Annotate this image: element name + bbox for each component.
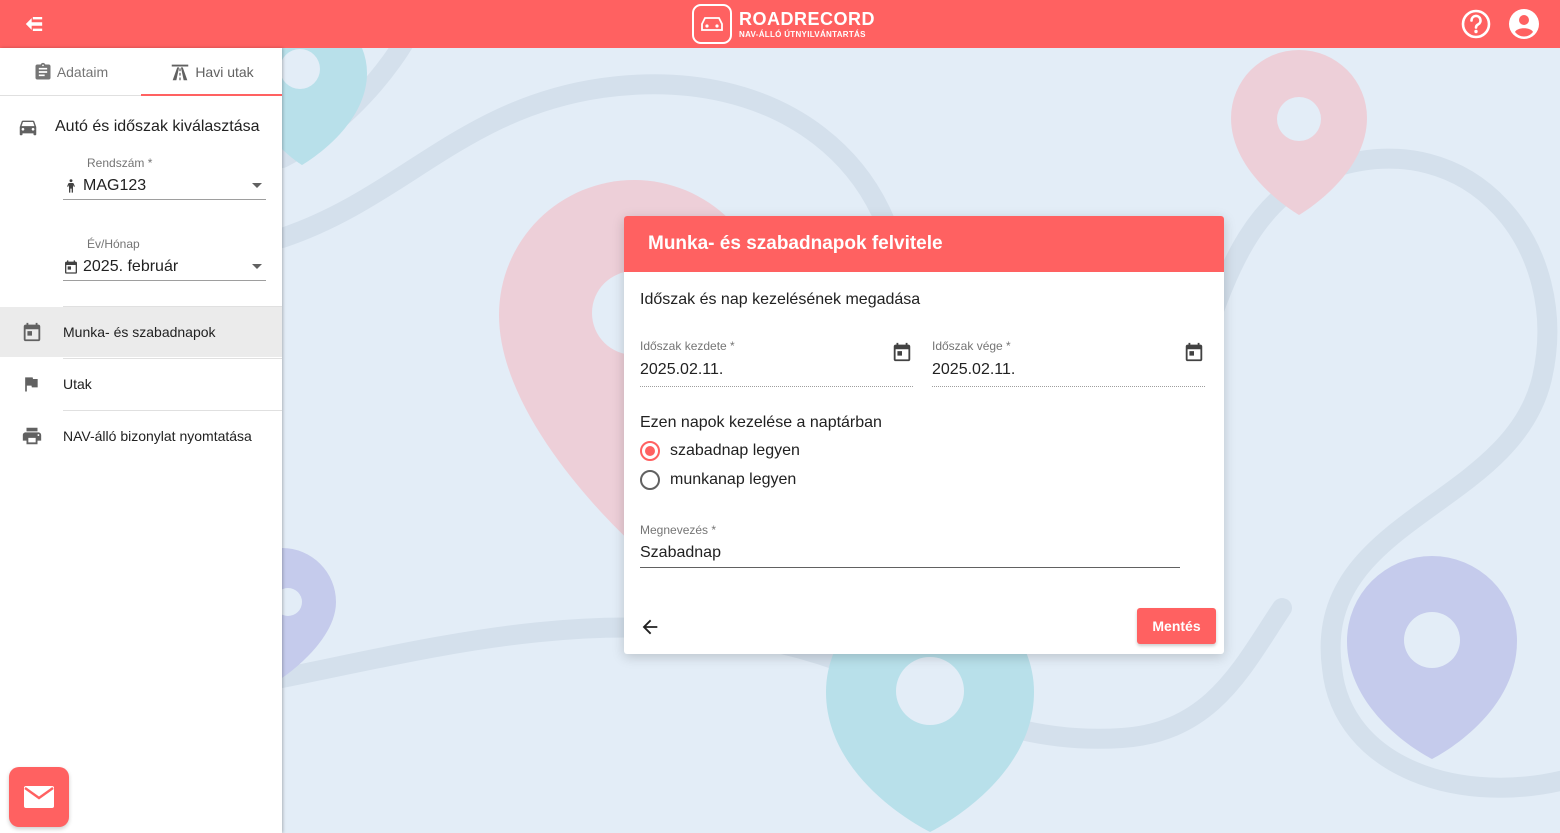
sidebar-tabs: Adataim Havi utak	[0, 48, 282, 96]
month-value: 2025. február	[83, 257, 179, 275]
calendar-picker-icon[interactable]	[891, 341, 913, 368]
start-date-field[interactable]: Időszak kezdete * 2025.02.11.	[640, 339, 913, 387]
printer-icon	[22, 427, 42, 445]
month-label: Év/Hónap	[87, 237, 140, 251]
end-date-label: Időszak vége *	[932, 339, 1011, 353]
road-icon	[172, 64, 189, 80]
month-select[interactable]: Év/Hónap 2025. február	[63, 237, 266, 281]
calendar-picker-icon[interactable]	[1183, 341, 1205, 368]
chevron-down-icon	[252, 183, 262, 188]
start-date-label: Időszak kezdete *	[640, 339, 735, 353]
name-input[interactable]: Megnevezés * Szabadnap	[640, 523, 1180, 568]
end-date-value: 2025.02.11.	[932, 361, 1016, 378]
menu-item-label: Munka- és szabadnapok	[63, 324, 216, 340]
dialog-subtitle: Időszak és nap kezelésének megadása	[640, 291, 921, 308]
tab-havi-utak-label: Havi utak	[195, 63, 254, 80]
plate-label: Rendszám *	[87, 156, 153, 170]
chevron-down-icon	[252, 264, 262, 269]
account-icon[interactable]	[1508, 8, 1540, 40]
name-value: Szabadnap	[640, 538, 1180, 568]
menu-item-munka-szabadnapok[interactable]: Munka- és szabadnapok	[0, 307, 282, 357]
radio-free-day-label: szabadnap legyen	[670, 442, 800, 459]
menu-item-nav-print[interactable]: NAV-álló bizonylat nyomtatása	[0, 411, 282, 461]
name-label: Megnevezés *	[640, 523, 717, 537]
active-tab-indicator	[141, 94, 282, 96]
save-button[interactable]: Mentés	[1137, 608, 1216, 644]
back-arrow-icon[interactable]	[639, 616, 661, 643]
day-handling-title: Ezen napok kezelése a naptárban	[640, 414, 882, 431]
dialog-title: Munka- és szabadnapok felvitele	[624, 216, 1224, 272]
car-logo-icon	[692, 4, 732, 44]
brand-name: ROADRECORD	[739, 8, 876, 29]
radio-checked-icon	[640, 441, 660, 461]
workday-dialog: Munka- és szabadnapok felvitele Időszak …	[624, 216, 1224, 654]
brand-logo[interactable]: ROADRECORD NAV-ÁLLÓ ÚTNYILVÁNTARTÁS	[692, 3, 875, 45]
start-date-value: 2025.02.11.	[640, 361, 724, 378]
radio-work-day-label: munkanap legyen	[670, 471, 797, 488]
plate-select[interactable]: Rendszám * MAG123	[63, 156, 266, 200]
menu-item-utak[interactable]: Utak	[0, 359, 282, 409]
calendar-icon	[23, 322, 41, 342]
collapse-menu-icon[interactable]	[20, 10, 48, 38]
sidebar: Adataim Havi utak Autó és időszak kivála…	[0, 48, 282, 833]
section-title: Autó és időszak kiválasztása	[55, 118, 260, 135]
mail-icon	[24, 786, 54, 808]
brand-tagline: NAV-ÁLLÓ ÚTNYILVÁNTARTÁS	[739, 29, 866, 39]
mail-button[interactable]	[9, 767, 69, 827]
plate-value: MAG123	[83, 176, 147, 194]
person-icon	[67, 178, 75, 193]
radio-free-day[interactable]: szabadnap legyen	[640, 441, 800, 461]
radio-unchecked-icon	[640, 470, 660, 490]
end-date-field[interactable]: Időszak vége * 2025.02.11.	[932, 339, 1205, 387]
help-icon[interactable]	[1460, 8, 1492, 40]
car-period-section-header: Autó és időszak kiválasztása	[0, 112, 282, 142]
car-icon	[19, 120, 37, 136]
menu-item-label: Utak	[63, 376, 92, 392]
tab-havi-utak[interactable]: Havi utak	[141, 48, 282, 95]
flag-icon	[25, 377, 38, 392]
radio-work-day[interactable]: munkanap legyen	[640, 470, 796, 490]
top-bar: ROADRECORD NAV-ÁLLÓ ÚTNYILVÁNTARTÁS	[0, 0, 1560, 48]
menu-item-label: NAV-álló bizonylat nyomtatása	[63, 428, 252, 444]
tab-adataim[interactable]: Adataim	[0, 48, 141, 95]
tab-adataim-label: Adataim	[56, 63, 109, 80]
clipboard-icon	[35, 62, 51, 79]
calendar-small-icon	[65, 259, 77, 274]
